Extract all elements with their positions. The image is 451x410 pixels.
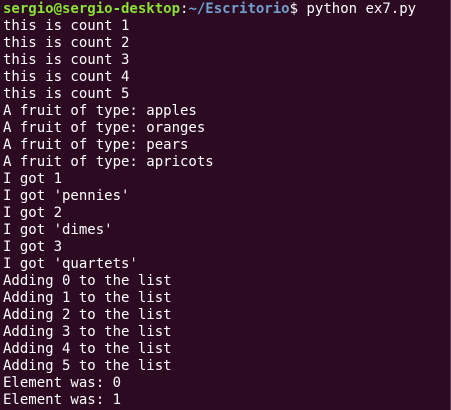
prompt-sign: $	[289, 1, 299, 17]
output-line: Adding 1 to the list	[3, 290, 172, 306]
output-line: Element was: 1	[3, 392, 122, 408]
output-line: I got 'quartets'	[3, 256, 138, 272]
output-line: Element was: 0	[3, 375, 122, 391]
terminal-window[interactable]: sergio@sergio-desktop:~/Escritorio$ pyth…	[0, 0, 451, 410]
output-line: A fruit of type: apricots	[3, 154, 214, 170]
output-line: this is count 2	[3, 35, 130, 51]
output-line: this is count 5	[3, 86, 130, 102]
output-line: I got 'pennies'	[3, 188, 130, 204]
output-line: A fruit of type: pears	[3, 137, 189, 153]
output-line: Adding 4 to the list	[3, 341, 172, 357]
output-line: I got 1	[3, 171, 63, 187]
output-line: Adding 0 to the list	[3, 273, 172, 289]
prompt-command: python ex7.py	[298, 1, 417, 17]
output-line: Adding 3 to the list	[3, 324, 172, 340]
prompt-path: ~/Escritorio	[188, 1, 290, 17]
output-line: Adding 2 to the list	[3, 307, 172, 323]
output-line: A fruit of type: apples	[3, 103, 197, 119]
prompt-line: sergio@sergio-desktop:~/Escritorio$ pyth…	[3, 1, 450, 18]
output-line: this is count 1	[3, 18, 130, 34]
output-line: I got 'dimes'	[3, 222, 113, 238]
output-line: Adding 5 to the list	[3, 358, 172, 374]
output-line: I got 3	[3, 239, 63, 255]
prompt-user-host: sergio@sergio-desktop	[3, 1, 181, 17]
output-line: I got 2	[3, 205, 63, 221]
output-line: A fruit of type: oranges	[3, 120, 206, 136]
output-line: this is count 4	[3, 69, 130, 85]
output-line: this is count 3	[3, 52, 130, 68]
